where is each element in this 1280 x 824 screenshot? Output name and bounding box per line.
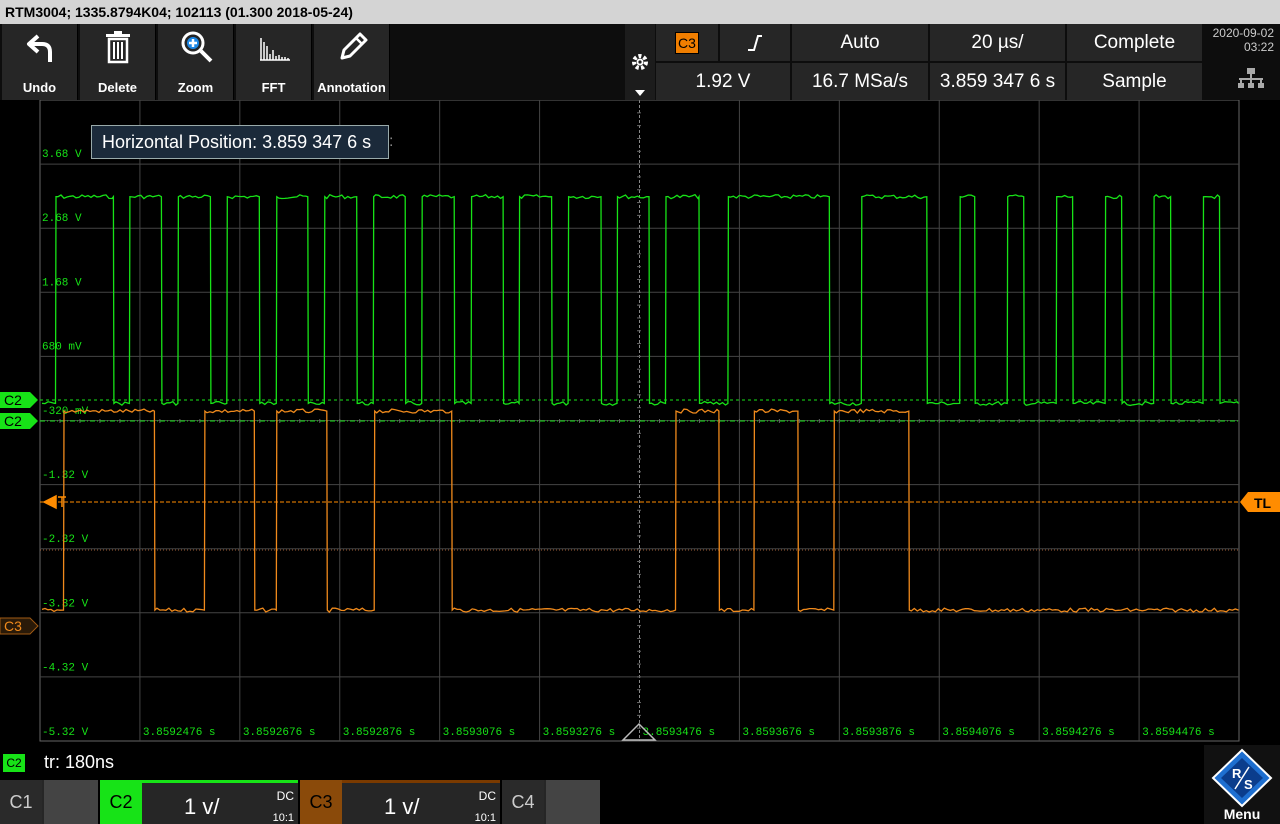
channel-c4-label: C4 — [502, 780, 544, 824]
chevron-down-icon — [635, 90, 645, 96]
svg-text:C2: C2 — [4, 392, 22, 408]
rs-logo-icon: R S — [1211, 748, 1273, 808]
tooltip-tail: : — [389, 133, 394, 150]
channel-bar: C1 C2 1 v/ DC 10:1 C3 1 v/ DC 10:1 C4 — [0, 780, 1280, 824]
svg-text:C2: C2 — [4, 413, 22, 429]
channel-c4-button[interactable]: C4 — [502, 780, 600, 824]
network-icon[interactable] — [1238, 68, 1264, 90]
y-axis-labels: 3.68 V2.68 V1.68 V680 mV-320 mV-1.32 V-2… — [42, 149, 89, 739]
gear-icon — [632, 54, 648, 70]
zoom-label: Zoom — [177, 80, 214, 95]
channel-c3-coupling: DC — [478, 789, 496, 803]
fft-label: FFT — [261, 80, 286, 95]
channel-c1-label: C1 — [0, 780, 42, 824]
zoom-icon — [181, 31, 213, 63]
window-title: RTM3004; 1335.8794K04; 102113 (01.300 20… — [0, 0, 1280, 24]
x-tick-label: 3.8594476 s — [1142, 727, 1215, 739]
y-tick-label: 3.68 V — [42, 149, 82, 161]
rising-edge-icon — [748, 35, 762, 51]
x-tick-label: 3.8593676 s — [742, 727, 815, 739]
zoom-button[interactable]: Zoom — [158, 24, 234, 100]
trash-icon — [106, 31, 130, 64]
position-tooltip: Horizontal Position: 3.859 347 6 s — [91, 125, 389, 159]
x-tick-label: 3.8593476 s — [643, 727, 716, 739]
x-axis-labels: 3.8592476 s 3.8592676 s 3.8592876 s 3.85930… — [143, 727, 1215, 739]
clock: 2020-09-02 03:22 — [1206, 26, 1274, 54]
x-tick-label: 3.8593276 s — [543, 727, 616, 739]
svg-text:C3: C3 — [4, 618, 22, 634]
fft-icon — [260, 38, 290, 61]
channel-c3-scale: 1 v/ — [384, 794, 420, 819]
y-tick-label: 2.68 V — [42, 213, 82, 225]
c2-waveform — [41, 193, 1239, 407]
undo-icon — [27, 34, 52, 62]
x-tick-label: 3.8594276 s — [1042, 727, 1115, 739]
channel-c2-probe: 10:1 — [272, 812, 294, 824]
y-tick-label: -4.32 V — [42, 663, 89, 675]
c2-marker[interactable]: C2 — [0, 392, 38, 408]
waveform-display[interactable]: 3.68 V2.68 V1.68 V680 mV-320 mV-1.32 V-2… — [0, 100, 1280, 745]
trigger-source[interactable]: C3 — [656, 24, 718, 61]
x-tick-label: 3.8594076 s — [942, 727, 1015, 739]
sample-rate[interactable]: 16.7 MSa/s — [792, 63, 928, 100]
rise-time-measurement[interactable]: tr: 180ns — [44, 752, 114, 773]
trigger-source-badge: C3 — [675, 32, 699, 54]
c3-marker[interactable]: C3 — [0, 617, 39, 635]
delete-label: Delete — [97, 80, 138, 95]
acquisition-status[interactable]: Complete — [1067, 24, 1202, 61]
svg-text:S: S — [1244, 777, 1253, 792]
horizontal-position[interactable]: 3.859 347 6 s — [930, 63, 1065, 100]
undo-button[interactable]: Undo — [2, 24, 78, 100]
x-tick-label: 3.8593076 s — [443, 727, 516, 739]
y-tick-label: -5.32 V — [42, 727, 89, 739]
channel-c2-label: C2 — [100, 780, 142, 824]
y-tick-label: -1.32 V — [42, 470, 89, 482]
y-tick-label: -3.32 V — [42, 598, 89, 610]
undo-label: Undo — [22, 80, 57, 95]
trigger-arrow-icon — [42, 494, 66, 510]
svg-text:R: R — [1232, 766, 1242, 781]
y-tick-label: 1.68 V — [42, 277, 82, 289]
annotation-label: Annotation — [317, 80, 386, 95]
fft-button[interactable]: FFT — [236, 24, 312, 100]
clock-time: 03:22 — [1243, 40, 1274, 54]
channel-c3-label: C3 — [300, 780, 342, 824]
channel-c2-coupling: DC — [276, 789, 294, 803]
x-tick-label: 3.8592876 s — [343, 727, 416, 739]
clock-date: 2020-09-02 — [1212, 26, 1274, 40]
channel-c2-button[interactable]: C2 1 v/ DC 10:1 — [100, 780, 298, 824]
x-tick-label: 3.8593876 s — [842, 727, 915, 739]
c2-offset-marker[interactable]: C2 — [0, 413, 38, 429]
trigger-mode[interactable]: Auto — [792, 24, 928, 61]
trigger-level[interactable]: 1.92 V — [656, 63, 790, 100]
trigger-slope[interactable] — [720, 24, 790, 61]
timebase[interactable]: 20 µs/ — [930, 24, 1065, 61]
channel-c3-button[interactable]: C3 1 v/ DC 10:1 — [300, 780, 500, 824]
x-tick-label: 3.8592676 s — [243, 727, 316, 739]
status-channel-badge: C2 — [3, 754, 25, 772]
channel-c2-scale: 1 v/ — [184, 794, 220, 819]
channel-c3-probe: 10:1 — [474, 812, 496, 824]
acquisition-mode[interactable]: Sample — [1067, 63, 1202, 100]
status-bar: C2 tr: 180ns — [0, 745, 1280, 780]
delete-button[interactable]: Delete — [80, 24, 156, 100]
channel-c1-button[interactable]: C1 — [0, 780, 98, 824]
menu-label: Menu — [1223, 806, 1261, 822]
svg-text:TL: TL — [1254, 495, 1272, 511]
y-tick-label: 680 mV — [42, 342, 82, 354]
trigger-level-marker[interactable]: TL — [1240, 492, 1280, 512]
annotation-button[interactable]: Annotation — [314, 24, 390, 100]
x-tick-label: 3.8592476 s — [143, 727, 216, 739]
y-tick-label: -2.32 V — [42, 534, 89, 546]
toolbar: Undo Delete Zoom FFT Annotation C3 Auto … — [0, 24, 1280, 100]
settings-button[interactable] — [625, 24, 655, 100]
pencil-icon — [340, 32, 368, 60]
